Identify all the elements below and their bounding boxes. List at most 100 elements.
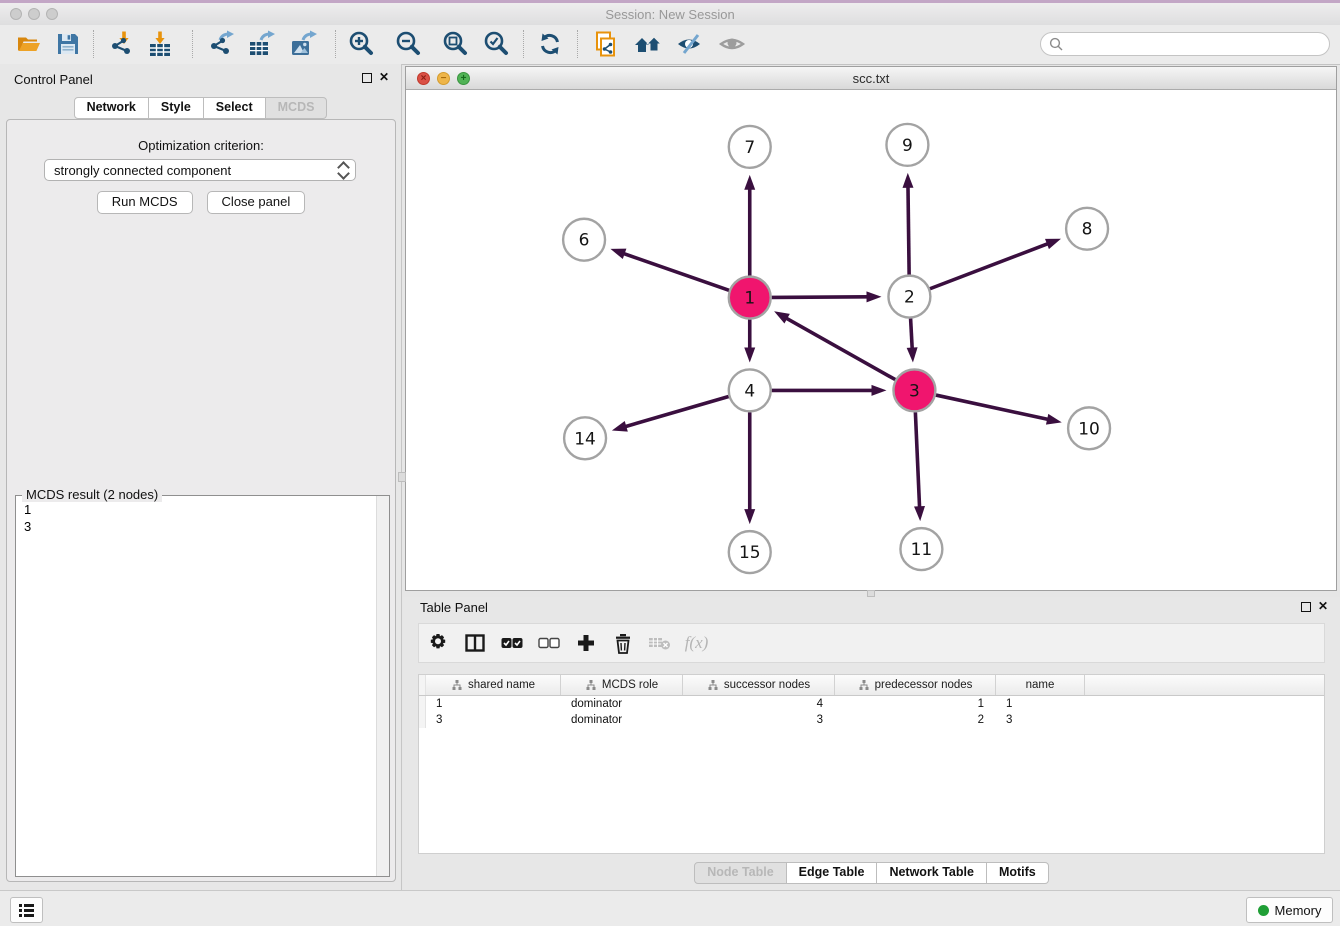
graph-node-11[interactable]: 11 — [900, 528, 942, 570]
graph-node-8[interactable]: 8 — [1066, 208, 1108, 250]
column-header-successor-nodes[interactable]: successor nodes — [683, 675, 835, 695]
tab-node-table[interactable]: Node Table — [694, 862, 786, 884]
tab-mcds[interactable]: MCDS — [266, 97, 328, 119]
graph-edge-3-10[interactable] — [936, 395, 1062, 425]
graph-node-label: 8 — [1082, 219, 1093, 239]
unselect-all-icon[interactable] — [530, 624, 567, 662]
table-settings-icon[interactable] — [419, 624, 456, 662]
graph-node-label: 10 — [1078, 418, 1100, 438]
graph-node-6[interactable]: 6 — [563, 219, 605, 261]
graph-edge-1-4[interactable] — [744, 320, 755, 363]
graph-node-15[interactable]: 15 — [729, 531, 771, 573]
export-network-icon[interactable] — [206, 29, 236, 59]
window-title: Session: New Session — [0, 7, 1340, 22]
graph-node-1[interactable]: 1 — [729, 277, 771, 319]
graph-edge-3-1[interactable] — [774, 311, 895, 379]
toolbar-separator — [192, 30, 193, 58]
column-header-MCDS-role[interactable]: MCDS role — [561, 675, 683, 695]
refresh-view-icon[interactable] — [535, 29, 565, 59]
import-table-icon[interactable] — [145, 29, 175, 59]
graph-edge-3-11[interactable] — [914, 412, 925, 521]
close-panel-icon[interactable]: ✕ — [379, 70, 389, 84]
graph-edge-2-9[interactable] — [903, 173, 914, 275]
tab-select[interactable]: Select — [204, 97, 266, 119]
graph-node-10[interactable]: 10 — [1068, 407, 1110, 449]
optimization-criterion-label: Optimization criterion: — [7, 138, 395, 153]
column-header-name[interactable]: name — [996, 675, 1085, 695]
graph-node-2[interactable]: 2 — [888, 276, 930, 318]
tab-network-table[interactable]: Network Table — [877, 862, 987, 884]
graph-edge-1-6[interactable] — [610, 249, 729, 291]
zoom-selected-icon[interactable] — [481, 29, 511, 59]
tab-style[interactable]: Style — [149, 97, 204, 119]
graph-edge-1-7[interactable] — [744, 175, 755, 276]
table-row[interactable]: 3dominator323 — [419, 712, 1324, 728]
graph-node-label: 14 — [574, 428, 596, 448]
task-history-button[interactable] — [10, 897, 43, 923]
import-network-icon[interactable] — [107, 29, 137, 59]
close-panel-button[interactable]: Close panel — [207, 191, 306, 214]
graph-edge-2-3[interactable] — [907, 319, 918, 363]
zoom-fit-icon[interactable] — [440, 29, 470, 59]
node-table: shared nameMCDS rolesuccessor nodes prede… — [418, 674, 1325, 854]
table-cell: 1 — [835, 698, 996, 710]
column-header-label: predecessor nodes — [875, 679, 973, 691]
open-session-icon[interactable] — [14, 29, 44, 59]
close-panel-icon[interactable]: ✕ — [1318, 599, 1328, 613]
criterion-select[interactable]: strongly connected component — [44, 159, 356, 181]
application-window: Session: New Session — [0, 0, 1340, 926]
tab-motifs[interactable]: Motifs — [987, 862, 1049, 884]
tab-network[interactable]: Network — [74, 97, 149, 119]
float-panel-icon[interactable] — [1301, 602, 1311, 612]
split-view-icon[interactable] — [456, 624, 493, 662]
graph-node-9[interactable]: 9 — [886, 124, 928, 166]
network-view-window: × − + scc.txt 1234678910111415 — [405, 66, 1337, 591]
graph-edge-4-15[interactable] — [744, 412, 755, 524]
search-input[interactable] — [1068, 36, 1321, 52]
network-canvas[interactable]: 1 2 3 4 6 7 8 9 10 11 14 15 — [406, 90, 1336, 590]
mcds-result-text[interactable]: 13 — [16, 496, 377, 876]
graph-node-7[interactable]: 7 — [729, 126, 771, 168]
export-table-icon[interactable] — [246, 29, 276, 59]
column-header-predecessor-nodes[interactable]: predecessor nodes — [835, 675, 996, 695]
vertical-splitter-handle[interactable] — [398, 472, 406, 482]
graph-edge-2-8[interactable] — [930, 239, 1061, 289]
delete-table-icon[interactable] — [641, 624, 678, 662]
apply-function-icon[interactable]: f(x) — [678, 624, 715, 662]
memory-status-icon — [1258, 905, 1269, 916]
graph-node-label: 4 — [744, 380, 755, 400]
memory-button[interactable]: Memory — [1246, 897, 1333, 923]
zoom-in-icon[interactable] — [346, 29, 376, 59]
tree-icon — [707, 680, 719, 691]
select-all-icon[interactable] — [493, 624, 530, 662]
export-image-icon[interactable] — [288, 29, 318, 59]
graph-node-4[interactable]: 4 — [729, 369, 771, 411]
graph-node-label: 1 — [744, 288, 755, 308]
graph-node-3[interactable]: 3 — [893, 369, 935, 411]
graph-edge-4-14[interactable] — [612, 397, 729, 432]
horizontal-splitter-handle[interactable] — [867, 590, 875, 597]
result-scrollbar[interactable] — [376, 496, 389, 876]
delete-column-icon[interactable] — [604, 624, 641, 662]
graph-node-label: 9 — [902, 135, 913, 155]
tab-edge-table[interactable]: Edge Table — [787, 862, 878, 884]
table-row[interactable]: 1dominator411 — [419, 696, 1324, 712]
duplicate-network-icon[interactable] — [590, 29, 620, 59]
status-bar: Memory — [0, 890, 1340, 926]
column-header-shared-name[interactable]: shared name — [426, 675, 561, 695]
run-mcds-button[interactable]: Run MCDS — [97, 191, 193, 214]
hide-graphics-details-icon[interactable] — [675, 29, 705, 59]
toolbar-separator — [523, 30, 524, 58]
graph-edge-4-3[interactable] — [772, 385, 887, 396]
control-panel-header: Control Panel ✕ — [0, 64, 401, 92]
save-session-icon[interactable] — [53, 29, 83, 59]
network-graph: 1 2 3 4 6 7 8 9 10 11 14 15 — [406, 90, 1336, 590]
zoom-out-icon[interactable] — [393, 29, 423, 59]
graph-edge-1-2[interactable] — [772, 291, 882, 302]
graph-node-14[interactable]: 14 — [564, 417, 606, 459]
control-panel-title: Control Panel — [14, 72, 93, 87]
show-graphics-details-icon[interactable] — [718, 29, 748, 59]
network-overview-icon[interactable] — [633, 29, 663, 59]
add-column-icon[interactable] — [567, 624, 604, 662]
float-panel-icon[interactable] — [362, 73, 372, 83]
